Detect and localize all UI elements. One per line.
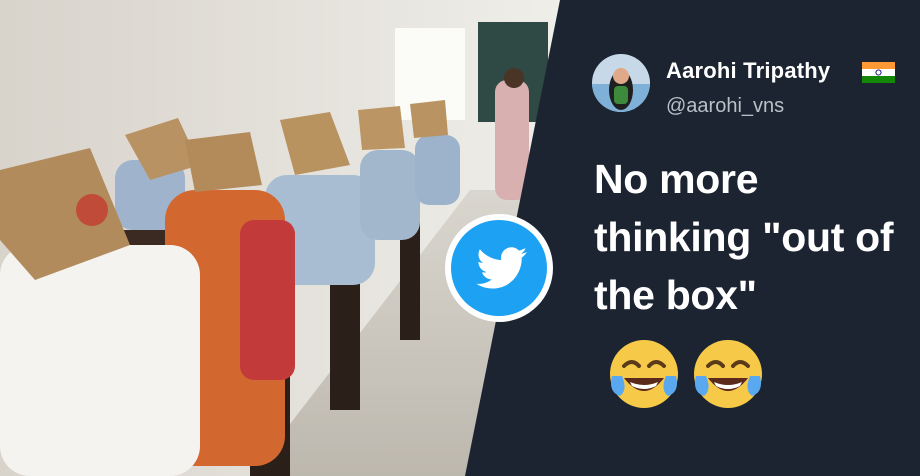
tweet-text: No more thinking "out of the box" [594, 156, 894, 318]
author-avatar[interactable] [592, 54, 650, 112]
face-with-tears-of-joy-icon [694, 340, 762, 408]
face-with-tears-of-joy-icon [610, 340, 678, 408]
author-name[interactable]: Aarohi Tripathy [666, 58, 830, 84]
india-flag-icon [862, 62, 895, 83]
twitter-bird-icon [445, 214, 553, 322]
author-handle[interactable]: @aarohi_vns [666, 95, 784, 118]
